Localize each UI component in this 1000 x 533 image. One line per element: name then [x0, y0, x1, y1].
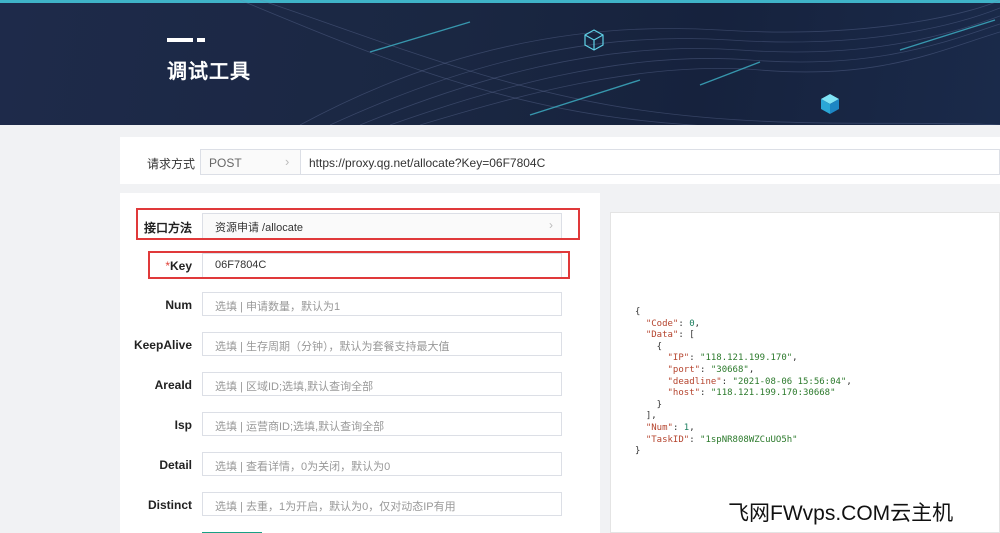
request-url-value: https://proxy.qg.net/allocate?Key=06F780…: [309, 156, 546, 170]
distinct-label: Distinct: [147, 498, 192, 512]
chevron-right-icon: ›: [285, 154, 290, 169]
response-json: { "Code": 0, "Data": [ { "IP": "118.121.…: [635, 307, 852, 457]
num-placeholder: 选填 | 申请数量，默认为1: [215, 301, 341, 313]
areaid-input[interactable]: 选填 | 区域ID;选填,默认查询全部: [202, 372, 562, 396]
request-url-field[interactable]: https://proxy.qg.net/allocate?Key=06F780…: [300, 149, 1000, 175]
num-label: Num: [165, 298, 192, 312]
page-title: 调试工具: [167, 61, 251, 83]
request-method-value: POST: [209, 156, 242, 170]
detail-input[interactable]: 选填 | 查看详情，0为关闭，默认为0: [202, 452, 562, 476]
areaid-label: AreaId: [154, 378, 192, 392]
response-panel: { "Code": 0, "Data": [ { "IP": "118.121.…: [610, 212, 1000, 533]
isp-label: Isp: [174, 418, 192, 432]
detail-label: Detail: [159, 458, 192, 472]
header-banner: 调试工具: [0, 0, 1000, 125]
distinct-placeholder: 选填 | 去重，1为开启，默认为0，仅对动态IP有用: [215, 501, 456, 513]
keepalive-placeholder: 选填 | 生存周期（分钟），默认为套餐支持最大值: [215, 341, 450, 353]
title-accent-dot: [197, 38, 205, 42]
areaid-placeholder: 选填 | 区域ID;选填,默认查询全部: [215, 381, 374, 393]
isp-input[interactable]: 选填 | 运营商ID;选填,默认查询全部: [202, 412, 562, 436]
cube-icon: [584, 29, 604, 51]
cube-icon: [821, 94, 839, 114]
isp-placeholder: 选填 | 运营商ID;选填,默认查询全部: [215, 421, 385, 433]
request-panel: 请求方式 POST › https://proxy.qg.net/allocat…: [120, 137, 1000, 184]
watermark: 飞网FWvps.COM云主机: [728, 502, 954, 525]
banner-wave-decoration: [239, 0, 1000, 125]
highlight-box-key: [148, 251, 570, 279]
parameter-form: 接口方法 资源申请 /allocate › *Key 06F7804C Num …: [120, 193, 600, 533]
title-accent-bar: [167, 38, 193, 42]
request-method-label: 请求方式: [147, 157, 196, 171]
distinct-input[interactable]: 选填 | 去重，1为开启，默认为0，仅对动态IP有用: [202, 492, 562, 516]
detail-placeholder: 选填 | 查看详情，0为关闭，默认为0: [215, 461, 391, 473]
highlight-box-interface: [136, 208, 580, 240]
num-input[interactable]: 选填 | 申请数量，默认为1: [202, 292, 562, 316]
keepalive-input[interactable]: 选填 | 生存周期（分钟），默认为套餐支持最大值: [202, 332, 562, 356]
keepalive-label: KeepAlive: [133, 338, 192, 352]
